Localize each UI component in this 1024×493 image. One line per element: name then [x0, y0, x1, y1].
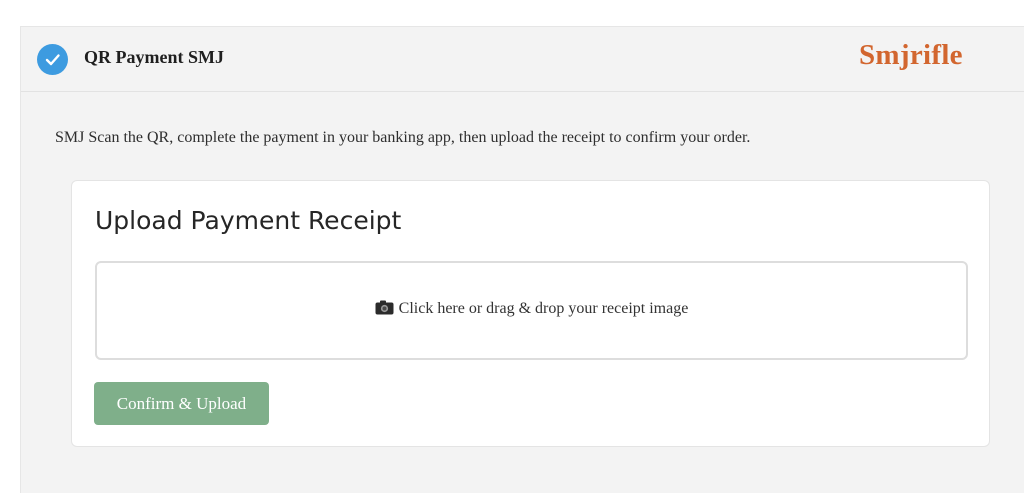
- payment-instructions: SMJ Scan the QR, complete the payment in…: [55, 129, 751, 146]
- check-circle-icon: [37, 44, 68, 75]
- camera-icon: [375, 300, 394, 315]
- receipt-dropzone[interactable]: Click here or drag & drop your receipt i…: [95, 261, 968, 360]
- page-title: QR Payment SMJ: [84, 47, 224, 67]
- upload-card-title: Upload Payment Receipt: [95, 206, 402, 235]
- dropzone-label: Click here or drag & drop your receipt i…: [97, 300, 966, 318]
- confirm-upload-button[interactable]: Confirm & Upload: [94, 382, 269, 425]
- brand-logo: Smjrifle: [859, 39, 963, 71]
- dropzone-text: Click here or drag & drop your receipt i…: [398, 300, 689, 317]
- upload-receipt-card: Upload Payment Receipt Click here or dra…: [71, 180, 990, 447]
- qr-payment-panel: QR Payment SMJ Smjrifle SMJ Scan the QR,…: [20, 26, 1024, 493]
- panel-header: QR Payment SMJ Smjrifle: [21, 27, 1024, 92]
